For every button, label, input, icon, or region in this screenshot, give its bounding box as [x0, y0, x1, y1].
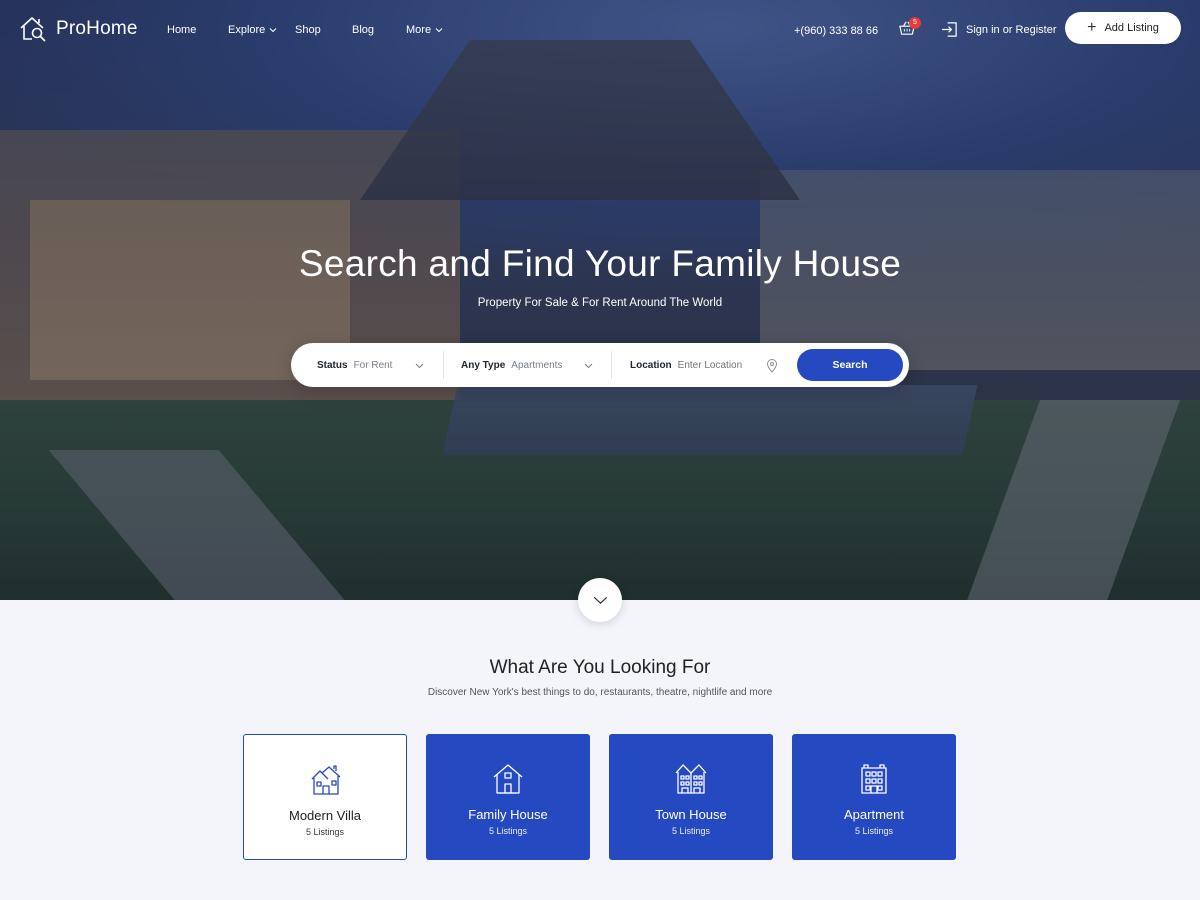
category-card-apartment[interactable]: Apartment 5 Listings: [792, 734, 956, 860]
type-select[interactable]: Any Type Apartments: [461, 343, 601, 387]
townhouse-icon: [675, 764, 707, 794]
section-subtitle: Discover New York's best things to do, r…: [427, 687, 773, 698]
category-name: Modern Villa: [288, 808, 362, 823]
status-label: Status: [317, 359, 348, 371]
chevron-down-icon: [584, 363, 593, 369]
nav-item-home[interactable]: Home: [167, 24, 196, 36]
search-divider: [443, 351, 444, 379]
scroll-down-button[interactable]: [578, 578, 622, 622]
chevron-down-icon: [435, 28, 443, 33]
search-button[interactable]: Search: [797, 349, 903, 381]
search-divider: [611, 351, 612, 379]
location-field: Location: [630, 343, 780, 387]
villa-icon: [311, 765, 341, 795]
section-title: What Are You Looking For: [489, 657, 711, 678]
nav-label: Blog: [352, 24, 375, 36]
hero-subtitle: Property For Sale & For Rent Around The …: [477, 297, 723, 309]
cart-button[interactable]: 5: [898, 17, 921, 40]
category-cards: Modern Villa 5 Listings Family House 5 L…: [243, 734, 956, 860]
logo[interactable]: ProHome: [18, 14, 138, 44]
category-card-town-house[interactable]: Town House 5 Listings: [609, 734, 773, 860]
logo-icon: [20, 17, 46, 42]
phone-number[interactable]: +(960) 333 88 66: [794, 25, 878, 37]
nav-label: Shop: [295, 24, 321, 36]
location-pin-icon: [766, 359, 778, 373]
signin-link[interactable]: Sign in or Register: [941, 21, 1057, 38]
site-header: ProHome Home Explore Shop Blog More +(96…: [0, 0, 1200, 62]
plus-icon: +: [1087, 19, 1097, 36]
hero-title: Search and Find Your Family House: [298, 243, 902, 284]
login-icon: [941, 22, 957, 37]
chevron-down-icon: [415, 363, 424, 369]
search-bar: Status For Rent Any Type Apartments Loca…: [291, 343, 909, 387]
category-name: Family House: [468, 807, 548, 822]
category-name: Apartment: [844, 807, 904, 822]
category-card-family-house[interactable]: Family House 5 Listings: [426, 734, 590, 860]
chevron-down-icon: [593, 596, 607, 604]
status-value: For Rent: [353, 359, 393, 371]
status-select[interactable]: Status For Rent: [317, 343, 451, 387]
type-label: Any Type: [461, 359, 506, 371]
category-count: 5 Listings: [671, 826, 711, 836]
type-value: Apartments: [511, 359, 563, 371]
location-label: Location: [630, 359, 672, 371]
nav-item-blog[interactable]: Blog: [352, 24, 374, 36]
location-input[interactable]: [677, 359, 758, 371]
category-name: Town House: [655, 807, 727, 822]
add-listing-button[interactable]: + Add Listing: [1065, 12, 1181, 44]
nav-item-shop[interactable]: Shop: [295, 24, 321, 36]
nav-label: More: [406, 24, 432, 36]
cart-count-badge: 5: [909, 17, 921, 29]
signin-label: Sign in or Register: [966, 23, 1057, 36]
nav-label: Home: [167, 24, 197, 36]
nav-label: Explore: [228, 24, 266, 36]
chevron-down-icon: [269, 28, 277, 33]
category-card-modern-villa[interactable]: Modern Villa 5 Listings: [243, 734, 407, 860]
house-icon: [493, 764, 523, 794]
add-listing-label: Add Listing: [1104, 22, 1159, 34]
category-count: 5 Listings: [488, 826, 528, 836]
brand-name: ProHome: [56, 18, 138, 39]
nav-item-explore[interactable]: Explore: [228, 24, 277, 36]
apartment-icon: [861, 764, 887, 794]
nav-item-more[interactable]: More: [406, 24, 443, 36]
category-count: 5 Listings: [854, 826, 894, 836]
category-count: 5 Listings: [305, 827, 345, 837]
